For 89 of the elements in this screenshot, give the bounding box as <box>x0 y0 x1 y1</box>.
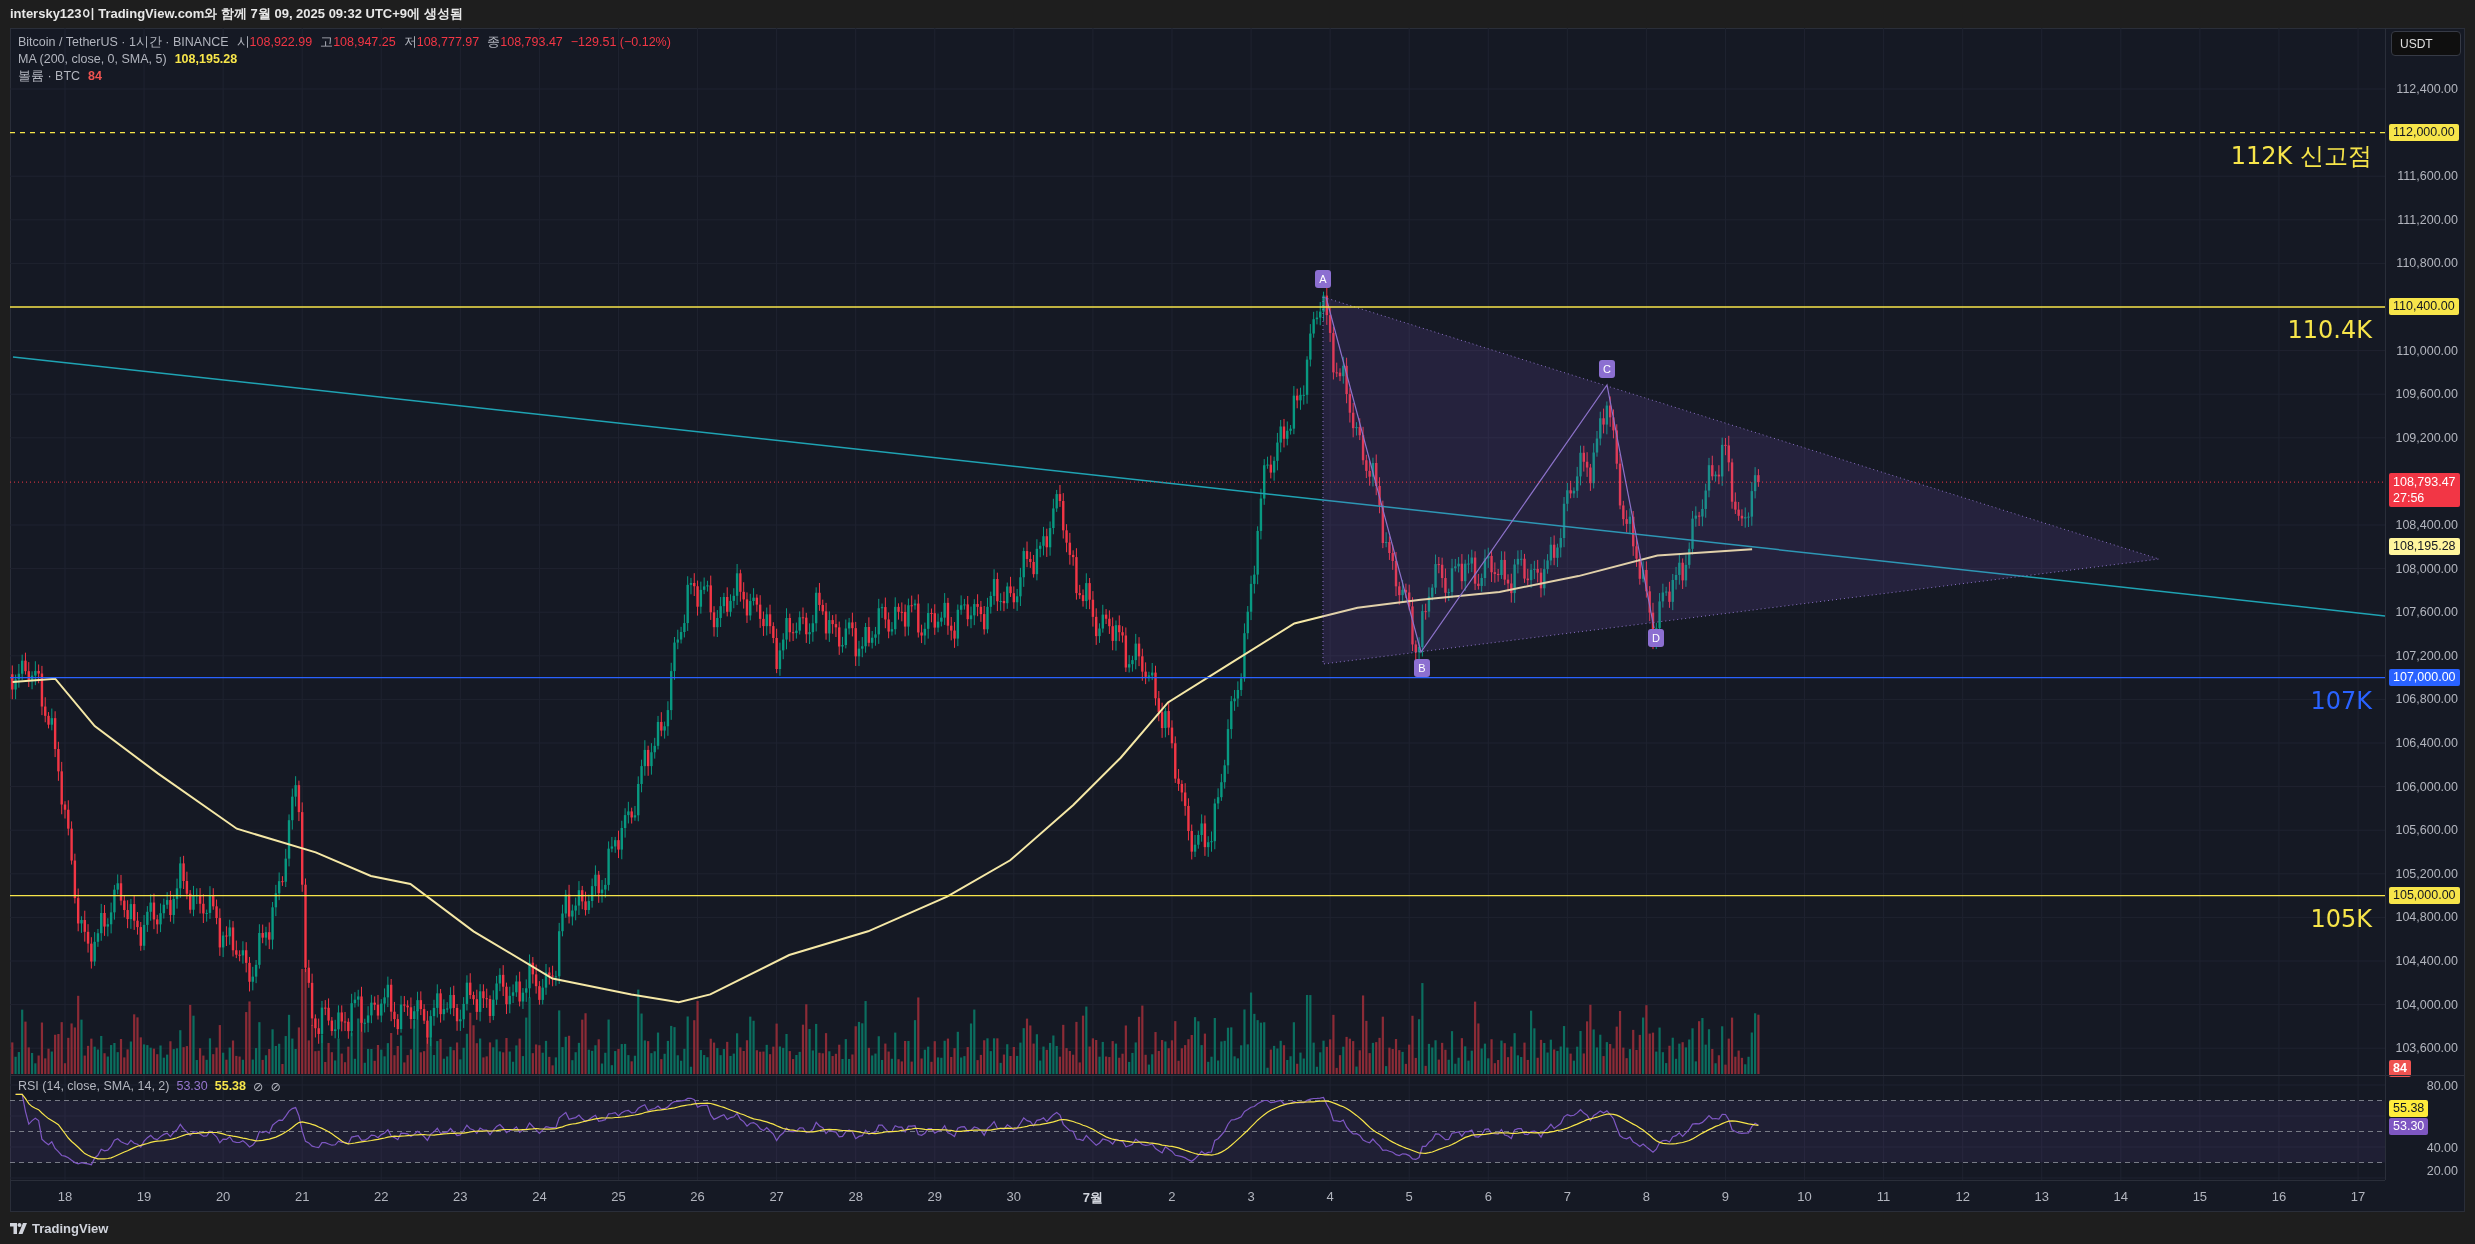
rsi-tag: 53.30 <box>2389 1118 2429 1136</box>
price-axis-label: 110,000.00 <box>2396 342 2458 360</box>
ohlc-value: 고108,947.25 <box>320 34 396 51</box>
date-label: 20 <box>215 1189 231 1204</box>
price-axis-label: 106,000.00 <box>2395 778 2458 796</box>
date-label: 21 <box>294 1189 310 1204</box>
price-axis-label: 104,400.00 <box>2395 953 2458 970</box>
price-axis-label: 112,400.00 <box>2396 81 2458 98</box>
moving-average-tag: 108,195.28 <box>2389 538 2460 556</box>
date-label: 22 <box>374 1189 389 1204</box>
symbol-label: Bitcoin / TetherUS · 1시간 · BINANCE <box>18 34 229 51</box>
brand-logo-link[interactable]: TradingView <box>10 1220 109 1236</box>
price-axis-label: 104,800.00 <box>2395 909 2458 927</box>
price-axis-label: 107,200.00 <box>2395 647 2458 665</box>
ohlc-value: 종108,793.47 <box>487 34 563 51</box>
date-label: 27 <box>769 1189 784 1204</box>
date-label: 7월 <box>1082 1189 1103 1207</box>
pattern-point-label: A <box>1315 270 1331 288</box>
price-axis-label: 104,000.00 <box>2395 996 2458 1014</box>
date-label: 14 <box>2113 1189 2129 1204</box>
price-axis-label: 111,600.00 <box>2397 168 2458 186</box>
price-axis-label: 103,600.00 <box>2395 1040 2458 1058</box>
date-label: 10 <box>1797 1189 1812 1204</box>
indicator-value: 53.30 <box>176 1079 208 1094</box>
date-label: 26 <box>690 1189 705 1204</box>
date-label: 11 <box>1876 1189 1891 1204</box>
level-label: 112K 신고점 <box>2230 141 2372 170</box>
date-label: 29 <box>927 1189 942 1204</box>
indicator-name: RSI (14, close, SMA, 14, 2) <box>18 1079 170 1094</box>
pattern-point-label: B <box>1414 659 1430 677</box>
logo-icon <box>10 1222 27 1234</box>
indicator-name: MA (200, close, 0, SMA, 5) <box>18 51 167 68</box>
rsi-axis-label: 20.00 <box>2426 1163 2458 1180</box>
date-label: 4 <box>1326 1189 1334 1204</box>
date-label: 28 <box>848 1189 863 1204</box>
currency-button[interactable]: USDT <box>2391 31 2461 56</box>
indicator-value: 84 <box>88 68 102 85</box>
ohlc-value: 시108,922.99 <box>236 34 313 51</box>
price-axis-label: 110,800.00 <box>2396 255 2458 273</box>
rsi-axis-label: 40.00 <box>2426 1140 2458 1157</box>
date-label: 8 <box>1642 1189 1650 1204</box>
date-label: 2 <box>1168 1189 1176 1204</box>
chart-title: intersky123이 TradingView.com와 함께 7월 09, 2025 09:32 UTC+9에 생성됨 <box>10 5 463 23</box>
pattern-point-label: C <box>1599 360 1615 378</box>
price-axis-label: 108,400.00 <box>2395 517 2458 534</box>
date-label: 30 <box>1006 1189 1022 1204</box>
price-axis-label: 109,200.00 <box>2395 429 2458 447</box>
rsi-tag: 55.38 <box>2389 1100 2429 1118</box>
price-axis-label: 108,000.00 <box>2395 560 2458 578</box>
volume-tag: 84 <box>2389 1060 2411 1077</box>
price-axis-label: 111,200.00 <box>2397 211 2458 229</box>
price-axis-label: 105,200.00 <box>2395 865 2458 883</box>
date-label: 15 <box>2192 1189 2208 1204</box>
price-tag: 110,400.00 <box>2389 298 2459 315</box>
hidden-value-icon: ⊘ <box>253 1079 264 1094</box>
rsi-axis-label: 80.00 <box>2426 1078 2458 1095</box>
date-label: 25 <box>611 1189 626 1204</box>
level-label: 105K <box>2310 904 2372 933</box>
pattern-point-label: D <box>1648 629 1664 647</box>
indicator-value: 108,195.28 <box>174 51 238 68</box>
price-change: −129.51 (−0.12%) <box>570 34 671 51</box>
price-axis-label: 106,400.00 <box>2395 735 2458 752</box>
date-label: 17 <box>2350 1189 2366 1204</box>
hidden-value-icon: ⊘ <box>270 1079 281 1094</box>
price-tag: 112,000.00 <box>2389 123 2459 141</box>
price-axis-label: 107,600.00 <box>2395 604 2458 622</box>
date-label: 13 <box>2034 1189 2049 1204</box>
ohlc-value: 저108,777.97 <box>403 34 480 51</box>
date-label: 18 <box>57 1189 73 1204</box>
indicator-value: 55.38 <box>214 1079 246 1094</box>
price-axis-label: 105,600.00 <box>2395 822 2458 840</box>
price-tag: 107,000.00 <box>2389 668 2460 686</box>
price-axis-label: 109,600.00 <box>2395 386 2458 404</box>
date-label: 24 <box>532 1189 547 1204</box>
last-price-tag: 108,793.47 27:56 <box>2389 473 2460 508</box>
date-label: 3 <box>1247 1189 1255 1204</box>
level-label: 110.4K <box>2287 316 2372 344</box>
indicator-name: 볼륨 · BTC <box>18 68 81 85</box>
price-tag: 105,000.00 <box>2389 886 2460 904</box>
date-label: 16 <box>2271 1189 2287 1204</box>
date-label: 5 <box>1405 1189 1413 1204</box>
date-label: 19 <box>136 1189 152 1204</box>
date-label: 12 <box>1955 1189 1970 1204</box>
price-axis-label: 106,800.00 <box>2395 691 2458 709</box>
date-label: 6 <box>1484 1189 1492 1204</box>
date-label: 23 <box>453 1189 468 1204</box>
level-label: 107K <box>2310 686 2372 715</box>
date-label: 7 <box>1563 1189 1571 1204</box>
date-label: 9 <box>1721 1189 1730 1204</box>
